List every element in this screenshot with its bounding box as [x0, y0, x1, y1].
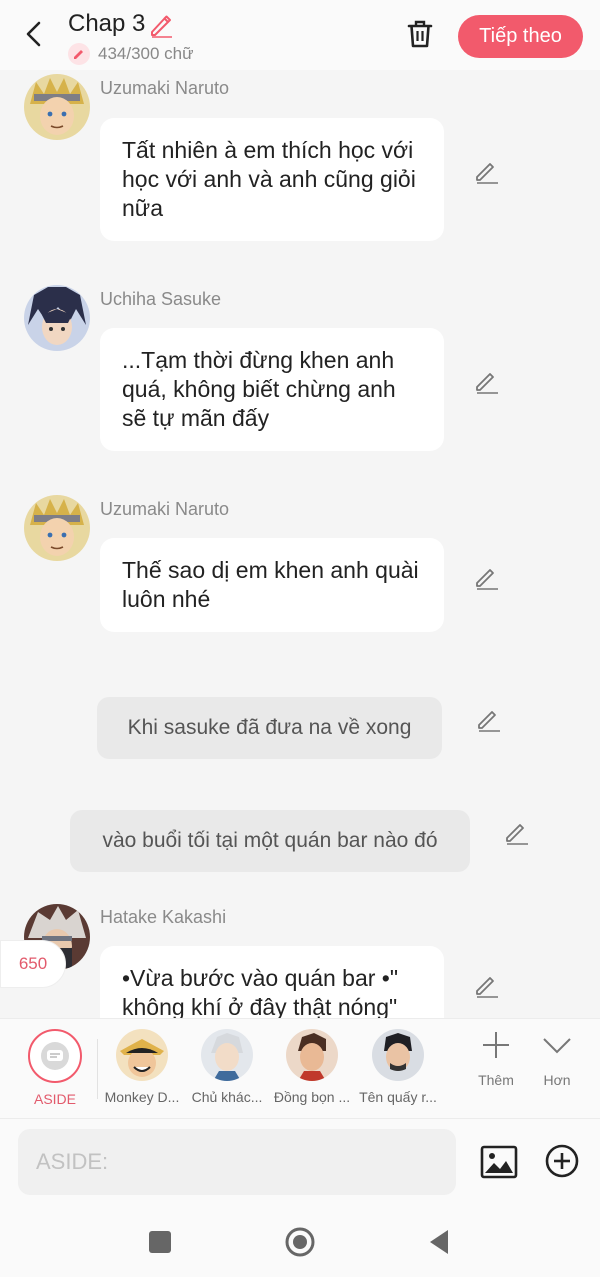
pencil-badge-icon [68, 43, 90, 65]
avatar[interactable] [24, 495, 90, 561]
top-bar: Chap 3 434/300 chữ Tiếp theo [0, 0, 600, 70]
edit-message-icon[interactable] [474, 158, 500, 184]
edit-message-icon[interactable] [476, 706, 502, 732]
edit-message-icon[interactable] [504, 819, 530, 845]
character-bar: ASIDE Monkey D... Chủ khác... Đồng bọn .… [0, 1018, 600, 1118]
message-bubble[interactable]: •Vừa bước vào quán bar •" không khí ở đâ… [100, 946, 444, 1018]
plus-icon [483, 1032, 509, 1058]
add-character-button[interactable]: Thêm [466, 1029, 526, 1088]
character-label: ASIDE [33, 1091, 76, 1107]
home-icon[interactable] [284, 1226, 316, 1258]
message-bubble[interactable]: Thế sao dị em khen anh quài luôn nhé [100, 538, 444, 632]
chevron-down-icon [543, 1038, 571, 1054]
character-label: Đồng bọn ... [273, 1089, 351, 1105]
avatar[interactable] [24, 74, 90, 140]
more-label: Hơn [543, 1072, 571, 1088]
aside-icon [28, 1029, 82, 1083]
character-item[interactable]: Tên quấy r... [356, 1029, 440, 1105]
more-button[interactable]: Hơn [527, 1029, 587, 1088]
message-input[interactable] [18, 1129, 456, 1195]
character-label: Tên quấy r... [359, 1089, 437, 1105]
character-item[interactable]: Chủ khác... [185, 1029, 269, 1105]
speaker-name: Uchiha Sasuke [100, 289, 222, 309]
next-button[interactable]: Tiếp theo [458, 15, 583, 58]
avatar[interactable] [24, 285, 90, 351]
word-count-text: 434/300 chữ [98, 44, 194, 63]
edit-message-icon[interactable] [474, 972, 500, 998]
edit-message-icon[interactable] [474, 368, 500, 394]
message-bubble[interactable]: Tất nhiên à em thích học với học với anh… [100, 118, 444, 241]
message-count-badge[interactable]: 650 [0, 940, 66, 988]
add-circle-icon[interactable] [544, 1143, 580, 1179]
chat-area[interactable]: Uzumaki Naruto Tất nhiên à em thích học … [0, 70, 600, 1018]
add-label: Thêm [478, 1072, 514, 1088]
divider [97, 1039, 98, 1099]
aside-bubble[interactable]: vào buổi tối tại một quán bar nào đó [70, 810, 470, 872]
message-bubble[interactable]: ...Tạm thời đừng khen anh quá, không biế… [100, 328, 444, 451]
speaker-name: Uzumaki Naruto [100, 78, 230, 98]
word-count: 434/300 chữ [68, 43, 194, 65]
system-nav-bar [0, 1202, 600, 1277]
avatar [372, 1029, 424, 1081]
chapter-title: Chap 3 [68, 10, 146, 37]
avatar [116, 1029, 168, 1081]
input-bar [0, 1118, 600, 1202]
trash-icon[interactable] [402, 16, 438, 52]
character-item[interactable]: Đồng bọn ... [270, 1029, 354, 1105]
speaker-name: Hatake Kakashi [100, 907, 227, 927]
edit-message-icon[interactable] [474, 564, 500, 590]
character-item[interactable]: Monkey D... [100, 1029, 184, 1105]
edit-title-icon[interactable] [148, 12, 174, 38]
character-aside[interactable]: ASIDE [13, 1029, 97, 1107]
recent-apps-icon[interactable] [144, 1226, 176, 1258]
character-label: Chủ khác... [191, 1089, 263, 1105]
character-label: Monkey D... [104, 1089, 180, 1105]
aside-bubble[interactable]: Khi sasuke đã đưa na về xong [97, 697, 442, 759]
back-icon[interactable] [424, 1226, 456, 1258]
avatar [286, 1029, 338, 1081]
back-arrow-icon[interactable] [18, 18, 50, 50]
avatar [201, 1029, 253, 1081]
speaker-name: Uzumaki Naruto [100, 499, 230, 519]
image-icon[interactable] [480, 1143, 518, 1181]
